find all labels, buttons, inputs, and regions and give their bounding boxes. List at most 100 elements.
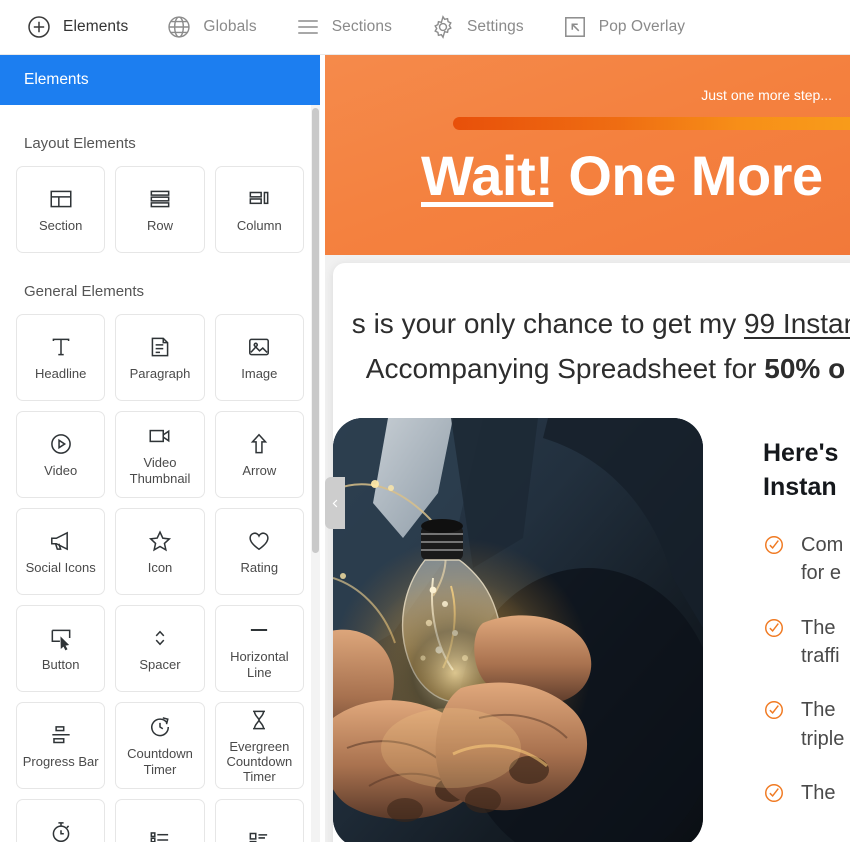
right-column-title: Here's Instan — [763, 436, 850, 505]
element-tile-label: Paragraph — [129, 365, 191, 381]
section-icon — [48, 186, 74, 212]
list-item: The triple — [763, 696, 850, 753]
lede-line-1: s is your only chance to get my 99 Insta… — [333, 303, 850, 344]
element-tile-countdown-timer[interactable]: Countdown Timer — [115, 702, 205, 789]
sidebar-scroll-area[interactable]: Layout Elements Section Row Column Gener… — [0, 105, 320, 842]
element-tile-image[interactable]: Image — [214, 314, 304, 401]
toolbar-item-sections[interactable]: Sections — [295, 14, 392, 40]
megaphone-icon — [48, 528, 74, 554]
plus-circle-icon — [26, 14, 52, 40]
element-tile-icon[interactable]: Icon — [115, 508, 205, 595]
element-tile-headline[interactable]: Headline — [16, 314, 106, 401]
lede-line-2: Accompanying Spreadsheet for 50% o — [333, 348, 850, 389]
element-tile-video-thumbnail[interactable]: Video Thumbnail — [115, 411, 205, 498]
element-tile-label: Section — [38, 217, 83, 233]
paragraph-icon — [147, 334, 173, 360]
element-tile-column[interactable]: Column — [214, 166, 304, 253]
element-tile-evergreen-countdown-timer[interactable]: Evergreen Countdown Timer — [214, 702, 304, 789]
lede-line2-pre: Accompanying Spreadsheet for — [365, 353, 765, 385]
element-tile-label: Horizontal Line — [230, 649, 289, 680]
sidebar-scrollbar-thumb[interactable] — [312, 108, 319, 553]
element-tile-bullet-list[interactable] — [115, 799, 205, 842]
progress-bar-icon — [48, 722, 74, 748]
lightbulb-photo[interactable] — [333, 417, 703, 842]
video-thumbnail-icon — [147, 423, 173, 449]
toolbar-item-pop-overlay[interactable]: Pop Overlay — [562, 14, 685, 40]
sidebar-collapse-handle[interactable] — [325, 477, 345, 529]
check-circle-icon — [763, 617, 785, 639]
lede-line1-pre: s is your only chance to get my — [351, 308, 744, 339]
hero-section[interactable]: Just one more step... Wait! One More — [325, 55, 850, 255]
element-tile-label: Row — [146, 217, 173, 233]
list-item-line1: The — [801, 616, 836, 639]
globe-icon — [166, 14, 192, 40]
hourglass-icon — [246, 707, 272, 733]
top-toolbar: Elements Globals Sections Settings Pop O… — [0, 0, 850, 55]
benefit-list: Com for e The traffi The triple The — [763, 531, 850, 808]
element-tile-arrow[interactable]: Arrow — [214, 411, 304, 498]
toolbar-item-label: Globals — [203, 18, 257, 35]
group-title-general: General Elements — [24, 283, 145, 300]
element-tile-label: Video Thumbnail — [129, 455, 191, 486]
element-tile-label: Video — [44, 462, 78, 478]
element-tile-checklist-columns[interactable] — [214, 799, 304, 842]
toolbar-item-settings[interactable]: Settings — [430, 14, 524, 40]
hero-title-underlined: Wait! — [421, 144, 554, 207]
list-item-text: Com for e — [801, 531, 843, 588]
toolbar-item-label: Elements — [63, 18, 129, 35]
gear-icon — [430, 14, 456, 40]
row-icon — [147, 186, 173, 212]
element-tile-section[interactable]: Section — [16, 166, 106, 253]
spacer-icon — [147, 625, 173, 651]
headline-icon — [48, 334, 74, 360]
element-tile-label: Headline — [35, 365, 87, 381]
video-icon — [48, 431, 74, 457]
list-item-text: The — [801, 779, 835, 807]
star-icon — [147, 528, 173, 554]
general-elements-grid: Headline Paragraph Image Video Video Thu… — [16, 314, 304, 842]
element-tile-spacer[interactable]: Spacer — [115, 605, 205, 692]
chevron-left-icon — [332, 499, 337, 507]
content-card[interactable]: s is your only chance to get my 99 Insta… — [333, 263, 850, 842]
list-item-line2: triple — [801, 727, 845, 750]
check-circle-icon — [763, 534, 785, 556]
element-tile-horizontal-line[interactable]: Horizontal Line — [214, 605, 304, 692]
element-tile-social-icons[interactable]: Social Icons — [16, 508, 106, 595]
list-item-line2: for e — [801, 562, 842, 585]
element-tile-label: Image — [241, 365, 278, 381]
element-tile-paragraph[interactable]: Paragraph — [115, 314, 205, 401]
element-tile-video[interactable]: Video — [16, 411, 106, 498]
check-circle-icon — [763, 699, 785, 721]
lede-line1-link[interactable]: 99 Instan — [744, 308, 850, 339]
page-canvas[interactable]: Just one more step... Wait! One More s i… — [325, 55, 850, 842]
hero-title-rest: One More — [553, 144, 823, 207]
element-tile-rating[interactable]: Rating — [214, 508, 304, 595]
toolbar-item-label: Sections — [331, 18, 392, 35]
element-tile-label: Column — [236, 217, 282, 233]
group-title-layout: Layout Elements — [24, 135, 136, 152]
heart-icon — [246, 528, 272, 554]
toolbar-item-elements[interactable]: Elements — [26, 14, 128, 40]
image-column — [333, 417, 703, 842]
element-tile-button[interactable]: Button — [16, 605, 106, 692]
toolbar-item-label: Pop Overlay — [598, 18, 686, 35]
list-item-line1: The — [801, 782, 836, 805]
sidebar-header-title: Elements — [24, 71, 89, 88]
element-tile-label: Progress Bar — [22, 753, 99, 769]
element-tile-row[interactable]: Row — [115, 166, 205, 253]
stopwatch-icon — [48, 819, 74, 842]
list-item: The traffi — [763, 614, 850, 671]
toolbar-item-globals[interactable]: Globals — [166, 14, 257, 40]
element-tile-label: Button — [41, 656, 80, 672]
list-item: Com for e — [763, 531, 850, 588]
layout-elements-grid: Section Row Column — [16, 166, 304, 253]
element-tile-label: Icon — [147, 559, 173, 575]
list-item-line1: Com — [801, 533, 844, 556]
bullet-list-icon — [147, 827, 173, 842]
content-row: Here's Instan Com for e The traffi The t… — [333, 390, 850, 842]
countdown-timer-icon — [147, 714, 173, 740]
element-tile-progress-bar[interactable]: Progress Bar — [16, 702, 106, 789]
element-tile-label: Spacer — [139, 656, 181, 672]
element-tile-label: Social Icons — [25, 559, 96, 575]
element-tile-interval[interactable]: Interval — [16, 799, 106, 842]
